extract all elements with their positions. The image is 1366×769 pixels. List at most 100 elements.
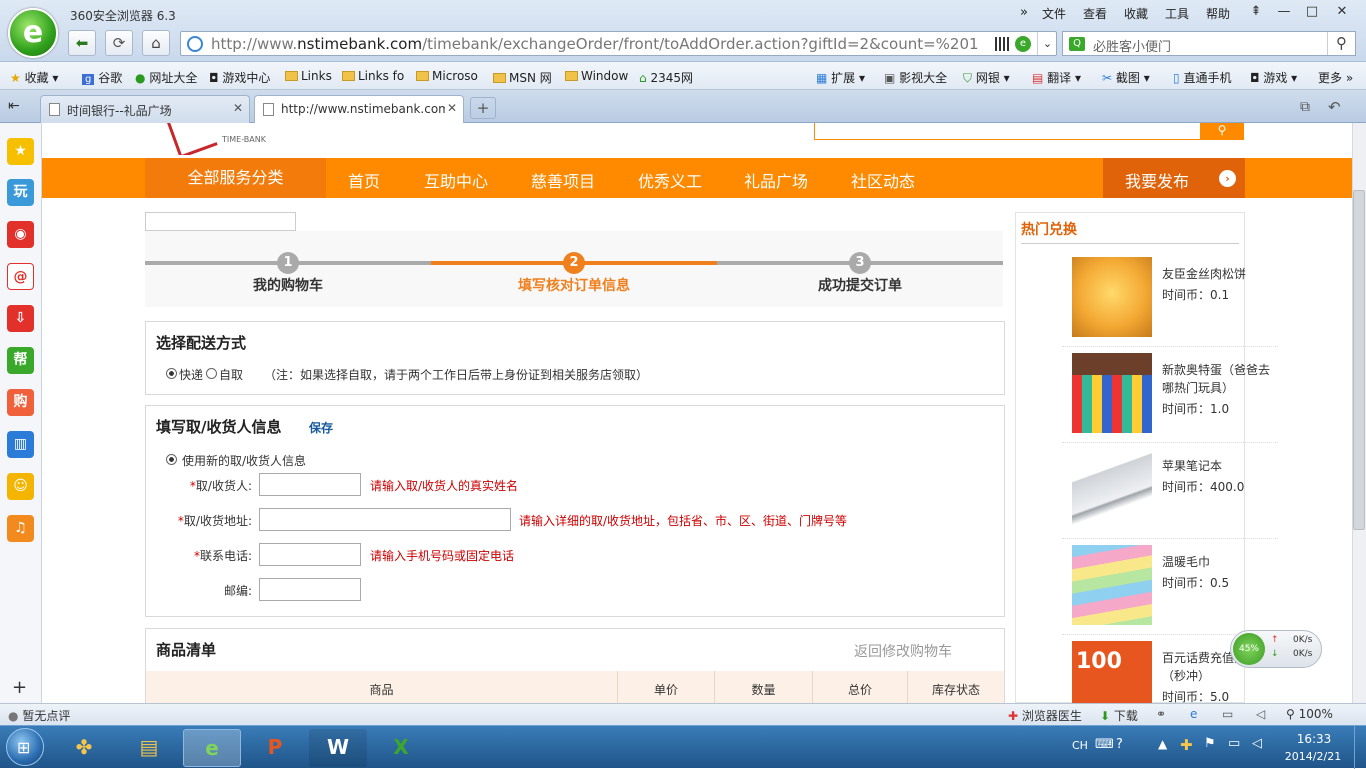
menu-file[interactable]: 文件 [1042,5,1066,22]
show-desktop-button[interactable] [1354,726,1366,769]
product-name[interactable]: 新款奥特蛋（爸爸去哪热门玩具） [1162,361,1276,397]
receiver-name-input[interactable] [259,473,361,496]
nav-home[interactable]: 首页 [348,168,380,192]
toolbar-more[interactable]: 更多 » [1318,69,1353,86]
nav-charity[interactable]: 慈善项目 [531,168,595,192]
shopping-icon[interactable]: 购 [7,389,34,416]
taskbar-word[interactable]: W [309,729,367,767]
bookmark-msn[interactable]: MSN 网 [493,69,552,86]
speaker-icon[interactable]: ◁ [1252,736,1262,751]
taskbar-excel[interactable]: X [372,729,430,767]
nav-gift-plaza[interactable]: 礼品广场 [744,168,808,192]
menu-favorites[interactable]: 收藏 [1124,5,1148,22]
back-to-cart-link[interactable]: 返回修改购物车 [854,641,952,661]
search-icon[interactable]: ⚲ [1327,32,1355,55]
clock-time[interactable]: 16:33 [1284,732,1344,746]
review-status[interactable]: ● 暂无点评 [8,707,70,724]
taskbar-app-pinwheel[interactable]: ✤ [55,729,113,767]
bookmark-microso[interactable]: Microso [416,69,478,83]
toolbar-bank[interactable]: ⛉ 网银 ▾ [963,69,1010,86]
hot-item[interactable]: 友臣金丝肉松饼 时间币：0.1 [1062,251,1278,347]
url-dropdown-icon[interactable]: ⌄ [1037,32,1057,55]
fun-icon[interactable]: ☺ [7,473,34,500]
mode-icon[interactable]: ⚭ [1156,707,1166,721]
back-button[interactable]: ⬅ [68,30,96,56]
download-manager[interactable]: ⬇ 下载 [1100,707,1138,724]
product-name[interactable]: 苹果笔记本 [1162,457,1276,475]
nav-all-categories[interactable]: 全部服务分类 [145,158,326,198]
maximize-button[interactable]: □ [1298,2,1326,22]
hot-item[interactable]: 苹果笔记本 时间币：400.0 [1062,443,1278,539]
window-icon[interactable]: ▭ [1222,707,1233,721]
zoom-control[interactable]: ⚲ 100% [1286,707,1333,721]
taskbar-360-browser[interactable]: e [183,729,241,767]
search-engine-icon[interactable]: Q [1069,37,1085,51]
bookmark-2345[interactable]: ⌂ 2345网 [639,69,693,86]
add-sidebar-icon[interactable]: + [12,677,27,698]
tray-app-icon[interactable]: ✚ [1180,736,1193,754]
hot-item[interactable]: 温暖毛巾 时间币：0.5 [1062,539,1278,635]
bookmark-google[interactable]: g 谷歌 [82,69,122,86]
bookmark-links[interactable]: Links [285,69,332,83]
download-icon[interactable]: ⇩ [7,305,34,332]
tab-active-order[interactable]: http://www.nstimebank.com ✕ [254,95,464,123]
receiver-zip-input[interactable] [259,578,361,601]
nav-help-center[interactable]: 互助中心 [424,168,488,192]
nav-community[interactable]: 社区动态 [851,168,915,192]
help-icon[interactable]: 帮 [7,347,34,374]
book-icon[interactable]: ▥ [7,431,34,458]
input-language[interactable]: CH [1072,739,1088,752]
publish-button[interactable]: 我要发布 › [1103,158,1245,198]
taskbar-powerpoint[interactable]: P [246,729,304,767]
sidebar-toggle-icon[interactable]: ⇤ [8,98,20,114]
toolbar-translate[interactable]: ▤ 翻译 ▾ [1032,69,1081,86]
radio-express-label[interactable]: 快递 [179,366,203,383]
menu-tools[interactable]: 工具 [1165,5,1189,22]
mail-icon[interactable]: @ [7,263,34,290]
receiver-address-input[interactable] [259,508,511,531]
toolbar-screenshot[interactable]: ✂ 截图 ▾ [1102,69,1150,86]
more-menu-icon[interactable]: » [1020,5,1028,20]
undo-close-icon[interactable]: ↶ [1328,98,1341,116]
bookmark-links-fo[interactable]: Links fo [342,69,404,83]
tab-list-icon[interactable]: ⧉ [1300,99,1310,115]
network-icon[interactable]: ▭ [1228,736,1240,751]
help-circle-icon[interactable]: ? [1116,737,1123,752]
site-info-icon[interactable] [187,36,203,52]
weibo-icon[interactable]: ◉ [7,221,34,248]
nav-volunteers[interactable]: 优秀义工 [638,168,702,192]
play-icon[interactable]: 玩 [7,179,34,206]
menu-help[interactable]: 帮助 [1206,5,1230,22]
close-tab-icon[interactable]: ✕ [233,101,243,115]
hot-item[interactable]: 新款奥特蛋（爸爸去哪热门玩具） 时间币：1.0 [1062,347,1278,443]
product-name[interactable]: 温暖毛巾 [1162,553,1276,571]
music-icon[interactable]: ♫ [7,515,34,542]
close-window-button[interactable]: ✕ [1328,2,1356,22]
save-link[interactable]: 保存 [309,419,333,436]
radio-use-new[interactable] [166,454,177,465]
product-image[interactable] [1072,449,1152,529]
taskbar-explorer[interactable]: ▤ [120,729,178,767]
start-button[interactable]: ⊞ [6,728,44,766]
address-bar[interactable]: http://www.nstimebank.com/timebank/excha… [180,31,1057,56]
browser-doctor[interactable]: ✚ 浏览器医生 [1008,707,1082,724]
flag-icon[interactable]: ⚑ [1204,736,1216,751]
new-tab-button[interactable]: + [470,97,496,119]
site-logo[interactable]: TIME-BANK [162,123,282,155]
toolbar-extensions[interactable]: ▦ 扩展 ▾ [816,69,865,86]
ie-engine-icon[interactable]: e [1190,707,1197,721]
site-search-button[interactable]: ⚲ [1200,123,1244,140]
bookmark-window[interactable]: Window [565,69,628,83]
browser-logo-icon[interactable]: e [8,8,58,58]
engine-switch-icon[interactable]: e [1015,36,1031,52]
product-image[interactable] [1072,257,1152,337]
radio-express[interactable] [166,368,177,379]
close-tab-icon[interactable]: ✕ [444,101,457,115]
product-image[interactable]: 100 [1072,641,1152,703]
clock-date[interactable]: 2014/2/21 [1280,750,1346,763]
radio-pickup[interactable] [206,368,217,379]
volume-icon[interactable]: ◁ [1256,707,1265,721]
search-input[interactable]: 必胜客小便门 [1093,36,1171,55]
search-box[interactable]: Q 必胜客小便门 ⚲ [1062,31,1356,56]
home-button[interactable]: ⌂ [142,30,170,56]
